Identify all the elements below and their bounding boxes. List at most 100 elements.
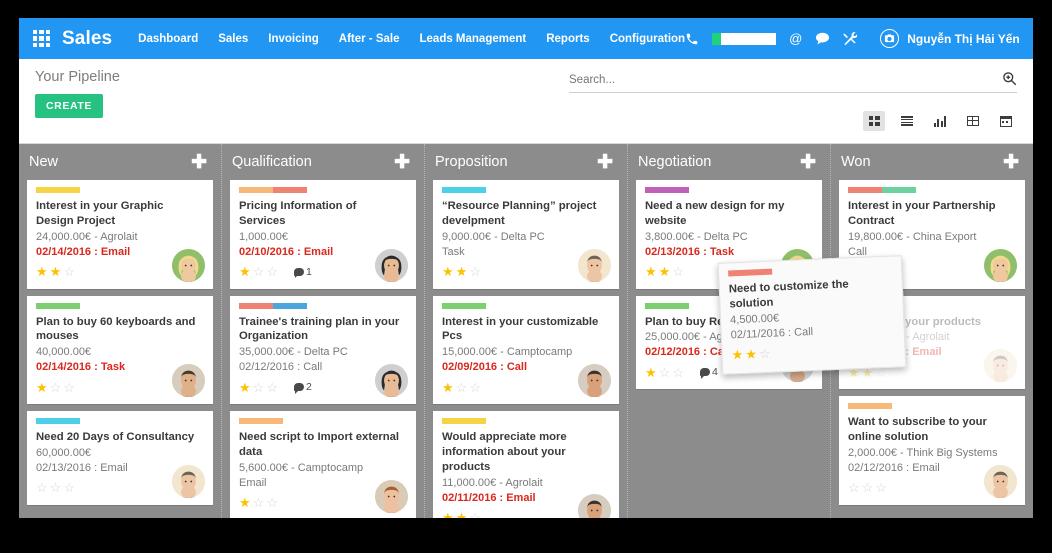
star-rating[interactable]: ★★☆ (36, 265, 75, 278)
card-amount: 15,000.00€ - Camptocamp (442, 346, 573, 359)
star-rating[interactable]: ★ ☆ ☆ (239, 496, 278, 509)
menu-item-sales[interactable]: Sales (218, 33, 248, 45)
star-1[interactable]: ★ (239, 496, 251, 509)
star-2[interactable]: ★ (456, 265, 468, 278)
star-1[interactable]: ☆ (36, 481, 48, 494)
menu-item-configuration[interactable]: Configuration (610, 33, 685, 45)
star-3[interactable]: ☆ (63, 381, 75, 394)
phone-icon[interactable] (685, 32, 699, 46)
star-1[interactable]: ★ (442, 265, 454, 278)
card-tag-1 (442, 418, 486, 424)
menu-item-after-sale[interactable]: After - Sale (339, 33, 400, 45)
star-rating[interactable]: ☆ ☆ ☆ (36, 481, 75, 494)
star-2[interactable]: ★ (456, 511, 468, 518)
star-rating[interactable]: ★ ☆ ☆ (442, 381, 481, 394)
add-card-button[interactable]: ✚ (999, 153, 1023, 172)
star-rating[interactable]: ★★☆ (645, 265, 684, 278)
view-btn-list[interactable] (896, 111, 918, 131)
star-2[interactable]: ☆ (253, 496, 265, 509)
star-1[interactable]: ★ (645, 366, 657, 379)
star-1[interactable]: ★ (36, 381, 48, 394)
kanban-card[interactable]: Want to subscribe to your online solutio… (839, 396, 1025, 505)
message-count[interactable]: 4 (699, 366, 718, 379)
star-3[interactable]: ☆ (672, 265, 684, 278)
star-1[interactable]: ☆ (848, 481, 860, 494)
star-2[interactable]: ☆ (253, 381, 265, 394)
view-btn-pivot[interactable] (962, 111, 984, 131)
menu-item-leads-management[interactable]: Leads Management (420, 33, 527, 45)
card-amount: 2,000.00€ - Think Big Systems (848, 446, 998, 459)
star-1[interactable]: ★ (442, 511, 454, 518)
star-3[interactable]: ☆ (63, 265, 75, 278)
star-2[interactable]: ☆ (659, 366, 671, 379)
app-brand-title[interactable]: Sales (62, 28, 112, 50)
menu-item-invoicing[interactable]: Invoicing (268, 33, 318, 45)
star-rating[interactable]: ★★☆ (442, 265, 481, 278)
star-rating[interactable]: ★★☆ (731, 346, 771, 363)
star-2[interactable]: ★ (745, 346, 757, 361)
star-3[interactable]: ☆ (672, 366, 684, 379)
star-1[interactable]: ★ (239, 381, 251, 394)
card-amount: 1,000.00€ (239, 230, 288, 243)
navbar-right-tools: @ Nguyễn Thị Hải Yến (685, 29, 1020, 48)
star-rating[interactable]: ★ ☆ ☆ (239, 381, 278, 394)
chat-bubble-icon[interactable] (815, 32, 830, 45)
star-2[interactable]: ☆ (456, 381, 468, 394)
kanban-card[interactable]: Pricing Information of Services 1,000.00… (230, 180, 416, 289)
star-3[interactable]: ☆ (469, 265, 481, 278)
star-3[interactable]: ☆ (63, 481, 75, 494)
kanban-card[interactable]: Would appreciate more information about … (433, 411, 619, 518)
kanban-card[interactable]: Need 20 Days of Consultancy 60,000.00€ 0… (27, 411, 213, 505)
kanban-card[interactable]: “Resource Planning” project develpment 9… (433, 180, 619, 289)
view-btn-calendar[interactable] (995, 111, 1017, 131)
add-card-button[interactable]: ✚ (796, 153, 820, 172)
star-3[interactable]: ☆ (469, 381, 481, 394)
message-count[interactable]: 1 (293, 266, 312, 278)
dragging-kanban-card[interactable]: Need to customize the solution 4,500.00€… (717, 255, 907, 375)
menu-item-reports[interactable]: Reports (546, 33, 589, 45)
star-2[interactable]: ☆ (50, 381, 62, 394)
star-1[interactable]: ★ (645, 265, 657, 278)
search-icon[interactable] (1002, 71, 1017, 89)
star-3[interactable]: ☆ (266, 496, 278, 509)
add-card-button[interactable]: ✚ (593, 153, 617, 172)
star-1[interactable]: ★ (239, 265, 251, 278)
view-btn-kanban[interactable] (863, 111, 885, 131)
add-card-button[interactable]: ✚ (187, 153, 211, 172)
star-1[interactable]: ★ (731, 347, 743, 362)
view-btn-graph[interactable] (929, 111, 951, 131)
message-count[interactable]: 2 (293, 381, 312, 394)
star-rating[interactable]: ★ ☆ ☆ (36, 381, 75, 394)
at-icon[interactable]: @ (789, 32, 802, 45)
kanban-card[interactable]: Trainee's training plan in your Organiza… (230, 295, 416, 404)
star-1[interactable]: ★ (36, 265, 48, 278)
card-amount: 35,000.00€ - Delta PC (239, 346, 348, 359)
kanban-card[interactable]: Plan to buy 60 keyboards and mouses 40,0… (27, 295, 213, 404)
star-2[interactable]: ★ (659, 265, 671, 278)
star-3[interactable]: ☆ (759, 346, 771, 361)
star-2[interactable]: ★ (50, 265, 62, 278)
star-3[interactable]: ☆ (875, 481, 887, 494)
star-2[interactable]: ☆ (862, 481, 874, 494)
card-tag-bar (442, 418, 610, 424)
search-input[interactable] (569, 74, 1002, 86)
tools-icon[interactable] (843, 31, 858, 46)
kanban-card[interactable]: Interest in your customizable Pcs 15,000… (433, 295, 619, 404)
star-2[interactable]: ☆ (50, 481, 62, 494)
star-rating[interactable]: ★★☆ (442, 511, 481, 518)
star-1[interactable]: ★ (442, 381, 454, 394)
menu-item-dashboard[interactable]: Dashboard (138, 33, 198, 45)
star-3[interactable]: ☆ (266, 265, 278, 278)
kanban-card[interactable]: Need script to Import external data 5,60… (230, 411, 416, 518)
user-menu[interactable]: Nguyễn Thị Hải Yến (880, 29, 1020, 48)
apps-grid-icon[interactable] (33, 30, 50, 47)
star-2[interactable]: ☆ (253, 265, 265, 278)
star-rating[interactable]: ☆ ☆ ☆ (848, 481, 887, 494)
kanban-card[interactable]: Interest in your Graphic Design Project … (27, 180, 213, 289)
add-card-button[interactable]: ✚ (390, 153, 414, 172)
star-rating[interactable]: ★ ☆ ☆ (239, 265, 278, 278)
star-3[interactable]: ☆ (469, 511, 481, 518)
create-button[interactable]: CREATE (35, 94, 103, 118)
star-3[interactable]: ☆ (266, 381, 278, 394)
star-rating[interactable]: ★ ☆ ☆ (645, 366, 684, 379)
